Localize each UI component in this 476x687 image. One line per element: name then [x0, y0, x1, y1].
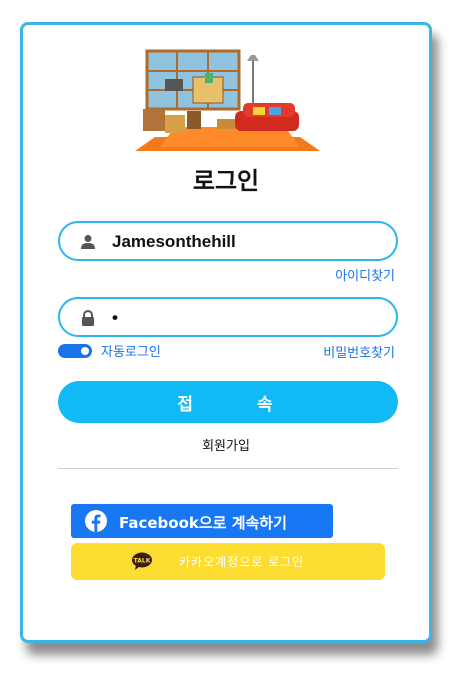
facebook-icon	[85, 510, 107, 532]
auto-login-label: 자동로그인	[101, 345, 161, 360]
kakao-login-button[interactable]: TALK 카카오계정으로 로그인	[71, 543, 385, 580]
username-input[interactable]	[110, 229, 384, 255]
login-card: 로그인 아이디찾기 자동로그인 비밀번호찾기 접속 회원가입 Facebook으…	[20, 22, 432, 643]
lock-icon	[82, 310, 94, 326]
user-icon	[81, 235, 95, 249]
facebook-login-button[interactable]: Facebook으로 계속하기	[71, 504, 333, 538]
password-field[interactable]	[58, 297, 398, 337]
divider	[58, 468, 398, 469]
find-password-link[interactable]: 비밀번호찾기	[323, 342, 395, 361]
login-submit-button[interactable]: 접속	[58, 381, 398, 423]
facebook-login-label: Facebook으로 계속하기	[119, 514, 287, 532]
username-field[interactable]	[58, 221, 398, 261]
signup-link[interactable]: 회원가입	[23, 435, 429, 454]
kakao-talk-icon: TALK	[132, 552, 152, 570]
find-id-link[interactable]: 아이디찾기	[335, 265, 395, 284]
kakao-badge-text: TALK	[134, 558, 151, 565]
kakao-login-label: 카카오계정으로 로그인	[179, 555, 305, 569]
page-title: 로그인	[192, 167, 260, 195]
auto-login-toggle[interactable]	[58, 344, 92, 358]
living-room-illustration	[135, 49, 320, 151]
password-input[interactable]	[110, 305, 384, 331]
toggle-knob	[81, 347, 89, 355]
